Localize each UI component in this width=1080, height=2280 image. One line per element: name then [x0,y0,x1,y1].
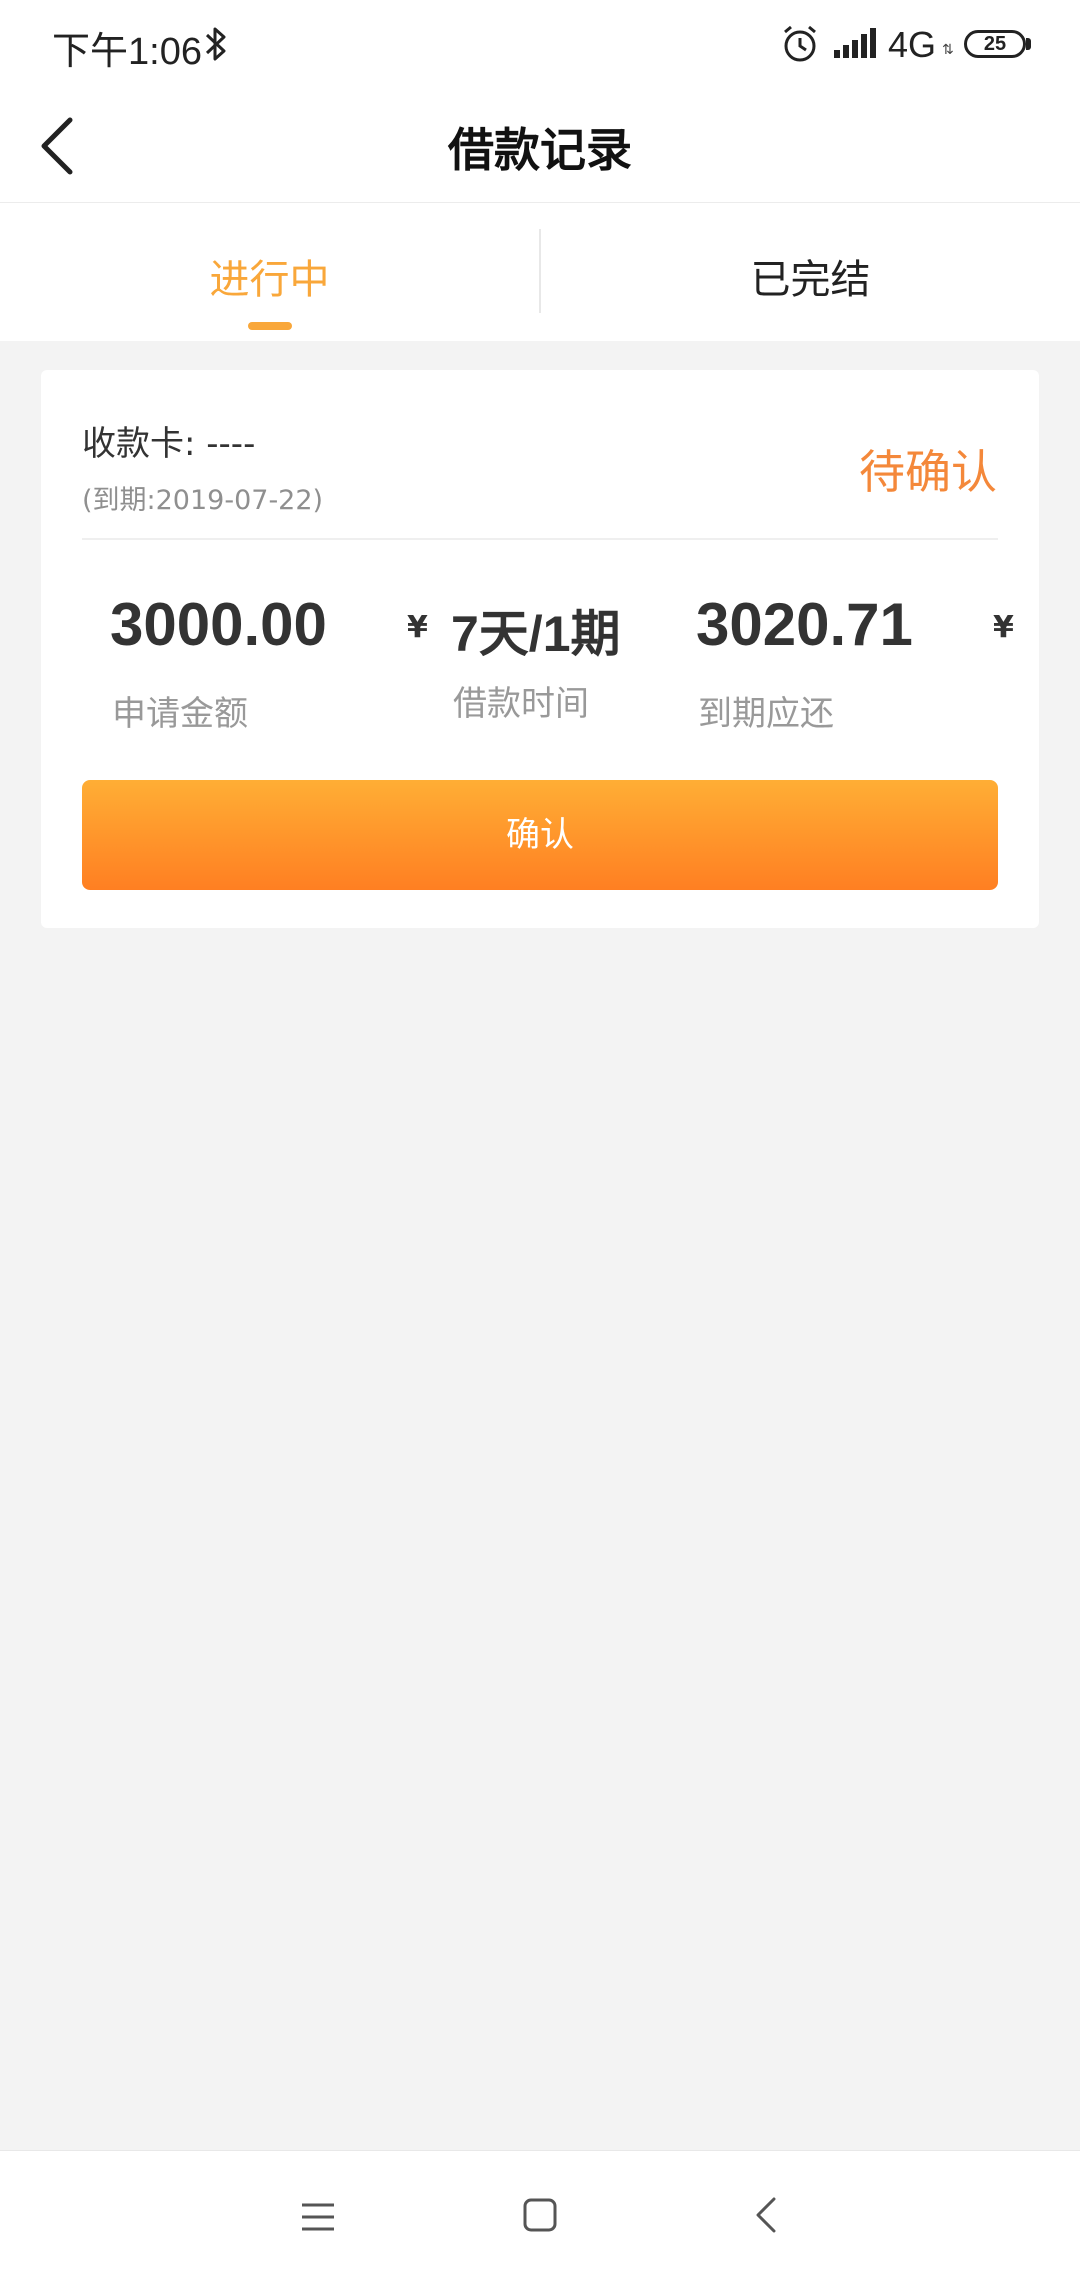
loan-period: 7天/1期 借款时间 [451,594,621,724]
status-time: 下午1:06 [52,31,202,73]
battery-icon: 25 [964,30,1026,58]
confirm-button[interactable]: 确认 [82,780,998,890]
square-icon [523,2198,557,2232]
status-bar: 下午1:06 4G ⇅ 25 [0,0,1080,90]
applied-amount: 3000.00 ¥ 申请金额 [110,590,428,734]
yen-unit: ¥ [993,610,1014,645]
battery-tip [1026,38,1031,50]
bluetooth-icon [204,26,228,66]
menu-icon [302,2203,334,2231]
alarm-icon [780,24,820,68]
home-button[interactable] [520,2195,560,2235]
tab-label: 已完结 [750,257,871,303]
tab-label: 进行中 [209,257,330,303]
tab-active-indicator [248,322,292,330]
status-badge: 待确认 [859,445,997,499]
repayment-due: 3020.71 ¥ 到期应还 [696,590,1014,734]
loan-record-card: 收款卡: ---- (到期:2019-07-22) 待确认 3000.00 ¥ … [41,370,1039,928]
signal-icon [834,28,880,64]
loan-period-value: 7天/1期 [451,606,621,662]
loan-period-label: 借款时间 [453,684,589,724]
repayment-due-label: 到期应还 [698,694,834,734]
recent-apps-button[interactable] [298,2197,338,2237]
header: 借款记录 [0,90,1080,203]
network-label: 4G [888,24,937,65]
repayment-due-value: 3020.71 [696,591,913,658]
tab-bar: 进行中 已完结 [0,203,1080,341]
receiving-card-label: 收款卡: ---- [82,424,256,464]
chevron-left-icon [756,2197,776,2233]
system-back-button[interactable] [748,2195,788,2235]
applied-amount-value: 3000.00 [110,591,327,658]
tab-completed[interactable]: 已完结 [541,203,1080,341]
system-nav-bar [0,2150,1080,2280]
screen: 下午1:06 4G ⇅ 25 借款记录 进行中 已完结 收款卡: ---- (到… [0,0,1080,2280]
due-date: (到期:2019-07-22) [82,485,324,516]
data-activity-icon: ⇅ [942,42,954,58]
page-title: 借款记录 [448,123,632,177]
yen-unit: ¥ [407,610,428,645]
applied-amount-label: 申请金额 [112,694,248,734]
card-divider [82,538,998,540]
tab-in-progress[interactable]: 进行中 [0,203,539,341]
